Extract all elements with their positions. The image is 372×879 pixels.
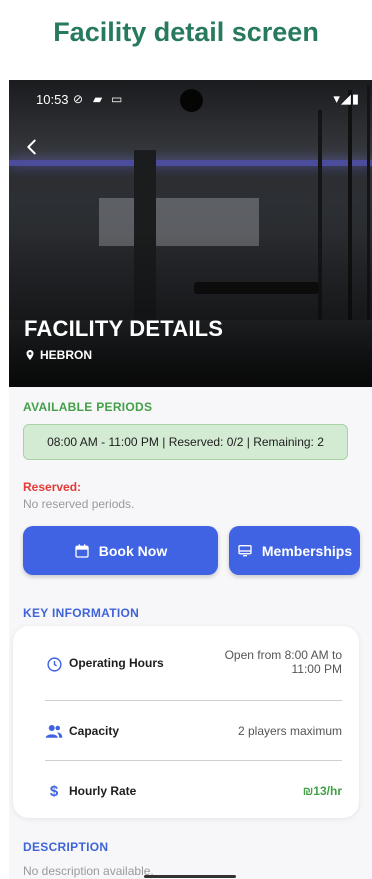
location-label: HEBRON [40, 348, 93, 362]
description-heading: DESCRIPTION [23, 840, 109, 854]
phone-screen: 10:53 ⊘ ▰ ▭ ▾◢▮ FACILITY DETAILS HEBRON … [9, 80, 372, 879]
operating-hours-row: Operating Hours Open from 8:00 AM to 11:… [13, 648, 359, 680]
operating-hours-value-line2: 11:00 PM [291, 662, 342, 676]
description-text: No description available. [23, 864, 154, 878]
screen-caption: Facility detail screen [53, 16, 319, 47]
back-arrow-icon[interactable] [21, 136, 43, 158]
capacity-value: 2 players maximum [237, 724, 342, 738]
hourly-rate-label: Hourly Rate [69, 784, 137, 798]
facility-location: HEBRON [24, 348, 92, 362]
memberships-label: Memberships [261, 542, 353, 559]
memberships-button[interactable]: Memberships [229, 526, 360, 575]
reserved-label: Reserved: [23, 480, 82, 494]
available-periods-heading: AVAILABLE PERIODS [23, 400, 153, 414]
capacity-label: Capacity [69, 724, 120, 738]
divider [45, 760, 342, 761]
operating-hours-value-line1: Open from 8:00 AM to [224, 648, 342, 662]
wifi-signal-battery-icon: ▾◢▮ [333, 91, 360, 106]
facility-title: FACILITY DETAILS [24, 316, 224, 341]
operating-hours-label: Operating Hours [69, 656, 164, 670]
gesture-handle[interactable] [144, 875, 236, 878]
facility-hero-image: 10:53 ⊘ ▰ ▭ ▾◢▮ FACILITY DETAILS HEBRON [9, 80, 372, 387]
key-information-card: Operating Hours Open from 8:00 AM to 11:… [13, 626, 359, 818]
dollar-icon: $ [49, 782, 59, 800]
period-chip[interactable]: 08:00 AM - 11:00 PM | Reserved: 0/2 | Re… [23, 424, 348, 460]
key-information-heading: KEY INFORMATION [23, 606, 140, 620]
hourly-rate-row: $ Hourly Rate ₪13/hr [13, 782, 359, 800]
location-pin-icon [26, 350, 34, 360]
camera-cutout [180, 89, 203, 112]
people-icon [45, 722, 63, 740]
book-now-button[interactable]: Book Now [23, 526, 218, 575]
screen-icon: ▭ [111, 92, 123, 106]
calendar-icon [75, 543, 89, 558]
dnd-icon: ⊘ [73, 92, 84, 106]
status-time: 10:53 [36, 92, 69, 107]
hourly-rate-value: ₪13/hr [302, 784, 342, 798]
sd-card-icon: ▰ [93, 92, 103, 106]
divider [45, 700, 342, 701]
operating-hours-value: Open from 8:00 AM to 11:00 PM [225, 648, 342, 676]
capacity-row: Capacity 2 players maximum [13, 722, 359, 740]
reserved-empty-text: No reserved periods. [23, 497, 135, 511]
clock-icon [45, 655, 63, 673]
status-bar: 10:53 ⊘ ▰ ▭ ▾◢▮ [9, 80, 372, 120]
book-now-label: Book Now [98, 542, 168, 559]
membership-card-icon [238, 544, 252, 556]
